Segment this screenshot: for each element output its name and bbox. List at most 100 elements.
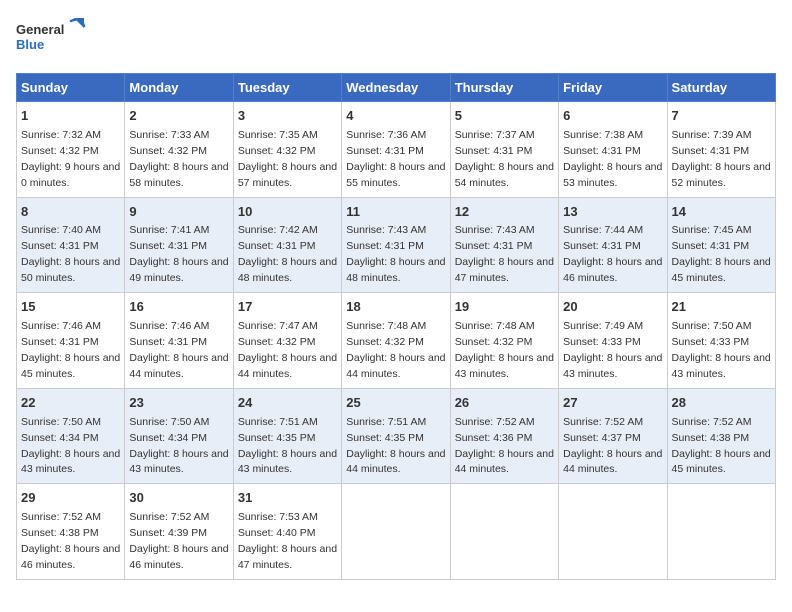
day-number: 13 xyxy=(563,203,662,222)
svg-text:Blue: Blue xyxy=(16,37,44,52)
calendar-cell: 27 Sunrise: 7:52 AM Sunset: 4:37 PM Dayl… xyxy=(559,388,667,484)
daylight-text: Daylight: 8 hours and 46 minutes. xyxy=(129,543,228,571)
day-number: 28 xyxy=(672,394,771,413)
calendar-cell: 7 Sunrise: 7:39 AM Sunset: 4:31 PM Dayli… xyxy=(667,102,775,198)
daylight-text: Daylight: 8 hours and 48 minutes. xyxy=(238,256,337,284)
sunset-text: Sunset: 4:35 PM xyxy=(346,432,424,444)
sunset-text: Sunset: 4:32 PM xyxy=(21,145,99,157)
day-number: 23 xyxy=(129,394,228,413)
sunset-text: Sunset: 4:33 PM xyxy=(672,336,750,348)
sunrise-text: Sunrise: 7:51 AM xyxy=(346,416,426,428)
calendar-cell: 9 Sunrise: 7:41 AM Sunset: 4:31 PM Dayli… xyxy=(125,197,233,293)
sunset-text: Sunset: 4:31 PM xyxy=(563,240,641,252)
sunrise-text: Sunrise: 7:45 AM xyxy=(672,224,752,236)
calendar-cell: 18 Sunrise: 7:48 AM Sunset: 4:32 PM Dayl… xyxy=(342,293,450,389)
sunrise-text: Sunrise: 7:48 AM xyxy=(455,320,535,332)
day-number: 18 xyxy=(346,298,445,317)
daylight-text: Daylight: 8 hours and 44 minutes. xyxy=(563,448,662,476)
daylight-text: Daylight: 8 hours and 50 minutes. xyxy=(21,256,120,284)
sunrise-text: Sunrise: 7:35 AM xyxy=(238,129,318,141)
sunset-text: Sunset: 4:40 PM xyxy=(238,527,316,539)
sunset-text: Sunset: 4:32 PM xyxy=(129,145,207,157)
sunset-text: Sunset: 4:31 PM xyxy=(346,240,424,252)
calendar-cell: 12 Sunrise: 7:43 AM Sunset: 4:31 PM Dayl… xyxy=(450,197,558,293)
svg-text:General: General xyxy=(16,22,64,37)
sunrise-text: Sunrise: 7:39 AM xyxy=(672,129,752,141)
sunset-text: Sunset: 4:35 PM xyxy=(238,432,316,444)
sunrise-text: Sunrise: 7:32 AM xyxy=(21,129,101,141)
day-number: 25 xyxy=(346,394,445,413)
day-number: 27 xyxy=(563,394,662,413)
daylight-text: Daylight: 8 hours and 49 minutes. xyxy=(129,256,228,284)
sunset-text: Sunset: 4:32 PM xyxy=(346,336,424,348)
daylight-text: Daylight: 8 hours and 54 minutes. xyxy=(455,161,554,189)
sunrise-text: Sunrise: 7:33 AM xyxy=(129,129,209,141)
calendar-cell xyxy=(450,484,558,580)
daylight-text: Daylight: 8 hours and 58 minutes. xyxy=(129,161,228,189)
sunset-text: Sunset: 4:31 PM xyxy=(129,336,207,348)
sunrise-text: Sunrise: 7:46 AM xyxy=(21,320,101,332)
day-number: 15 xyxy=(21,298,120,317)
day-number: 22 xyxy=(21,394,120,413)
day-number: 2 xyxy=(129,107,228,126)
calendar-cell xyxy=(342,484,450,580)
day-number: 21 xyxy=(672,298,771,317)
sunrise-text: Sunrise: 7:40 AM xyxy=(21,224,101,236)
day-number: 10 xyxy=(238,203,337,222)
sunset-text: Sunset: 4:39 PM xyxy=(129,527,207,539)
day-number: 8 xyxy=(21,203,120,222)
logo-svg: General Blue xyxy=(16,16,86,61)
header: General Blue xyxy=(16,16,776,61)
daylight-text: Daylight: 8 hours and 43 minutes. xyxy=(129,448,228,476)
daylight-text: Daylight: 8 hours and 46 minutes. xyxy=(563,256,662,284)
week-row-3: 15 Sunrise: 7:46 AM Sunset: 4:31 PM Dayl… xyxy=(17,293,776,389)
calendar-cell xyxy=(559,484,667,580)
day-number: 6 xyxy=(563,107,662,126)
sunset-text: Sunset: 4:32 PM xyxy=(238,336,316,348)
sunrise-text: Sunrise: 7:52 AM xyxy=(455,416,535,428)
calendar-cell: 30 Sunrise: 7:52 AM Sunset: 4:39 PM Dayl… xyxy=(125,484,233,580)
calendar-cell: 22 Sunrise: 7:50 AM Sunset: 4:34 PM Dayl… xyxy=(17,388,125,484)
sunrise-text: Sunrise: 7:49 AM xyxy=(563,320,643,332)
calendar-cell: 10 Sunrise: 7:42 AM Sunset: 4:31 PM Dayl… xyxy=(233,197,341,293)
week-row-1: 1 Sunrise: 7:32 AM Sunset: 4:32 PM Dayli… xyxy=(17,102,776,198)
sunset-text: Sunset: 4:33 PM xyxy=(563,336,641,348)
daylight-text: Daylight: 8 hours and 43 minutes. xyxy=(455,352,554,380)
sunset-text: Sunset: 4:36 PM xyxy=(455,432,533,444)
sunset-text: Sunset: 4:38 PM xyxy=(672,432,750,444)
sunrise-text: Sunrise: 7:38 AM xyxy=(563,129,643,141)
calendar-cell: 6 Sunrise: 7:38 AM Sunset: 4:31 PM Dayli… xyxy=(559,102,667,198)
calendar-cell: 16 Sunrise: 7:46 AM Sunset: 4:31 PM Dayl… xyxy=(125,293,233,389)
calendar-cell: 17 Sunrise: 7:47 AM Sunset: 4:32 PM Dayl… xyxy=(233,293,341,389)
daylight-text: Daylight: 8 hours and 44 minutes. xyxy=(129,352,228,380)
sunset-text: Sunset: 4:34 PM xyxy=(21,432,99,444)
week-row-2: 8 Sunrise: 7:40 AM Sunset: 4:31 PM Dayli… xyxy=(17,197,776,293)
daylight-text: Daylight: 8 hours and 44 minutes. xyxy=(346,352,445,380)
daylight-text: Daylight: 8 hours and 44 minutes. xyxy=(346,448,445,476)
week-row-5: 29 Sunrise: 7:52 AM Sunset: 4:38 PM Dayl… xyxy=(17,484,776,580)
day-number: 31 xyxy=(238,489,337,508)
sunrise-text: Sunrise: 7:53 AM xyxy=(238,511,318,523)
calendar-cell: 23 Sunrise: 7:50 AM Sunset: 4:34 PM Dayl… xyxy=(125,388,233,484)
day-number: 19 xyxy=(455,298,554,317)
sunset-text: Sunset: 4:32 PM xyxy=(238,145,316,157)
sunset-text: Sunset: 4:34 PM xyxy=(129,432,207,444)
calendar-cell: 31 Sunrise: 7:53 AM Sunset: 4:40 PM Dayl… xyxy=(233,484,341,580)
daylight-text: Daylight: 8 hours and 43 minutes. xyxy=(672,352,771,380)
daylight-text: Daylight: 8 hours and 45 minutes. xyxy=(672,256,771,284)
sunrise-text: Sunrise: 7:44 AM xyxy=(563,224,643,236)
calendar-cell: 21 Sunrise: 7:50 AM Sunset: 4:33 PM Dayl… xyxy=(667,293,775,389)
daylight-text: Daylight: 8 hours and 47 minutes. xyxy=(238,543,337,571)
header-day-monday: Monday xyxy=(125,74,233,102)
daylight-text: Daylight: 8 hours and 52 minutes. xyxy=(672,161,771,189)
calendar-cell: 28 Sunrise: 7:52 AM Sunset: 4:38 PM Dayl… xyxy=(667,388,775,484)
header-day-wednesday: Wednesday xyxy=(342,74,450,102)
sunrise-text: Sunrise: 7:52 AM xyxy=(563,416,643,428)
sunrise-text: Sunrise: 7:50 AM xyxy=(672,320,752,332)
day-number: 4 xyxy=(346,107,445,126)
sunset-text: Sunset: 4:31 PM xyxy=(455,240,533,252)
day-number: 3 xyxy=(238,107,337,126)
day-number: 1 xyxy=(21,107,120,126)
sunrise-text: Sunrise: 7:37 AM xyxy=(455,129,535,141)
calendar-cell: 29 Sunrise: 7:52 AM Sunset: 4:38 PM Dayl… xyxy=(17,484,125,580)
